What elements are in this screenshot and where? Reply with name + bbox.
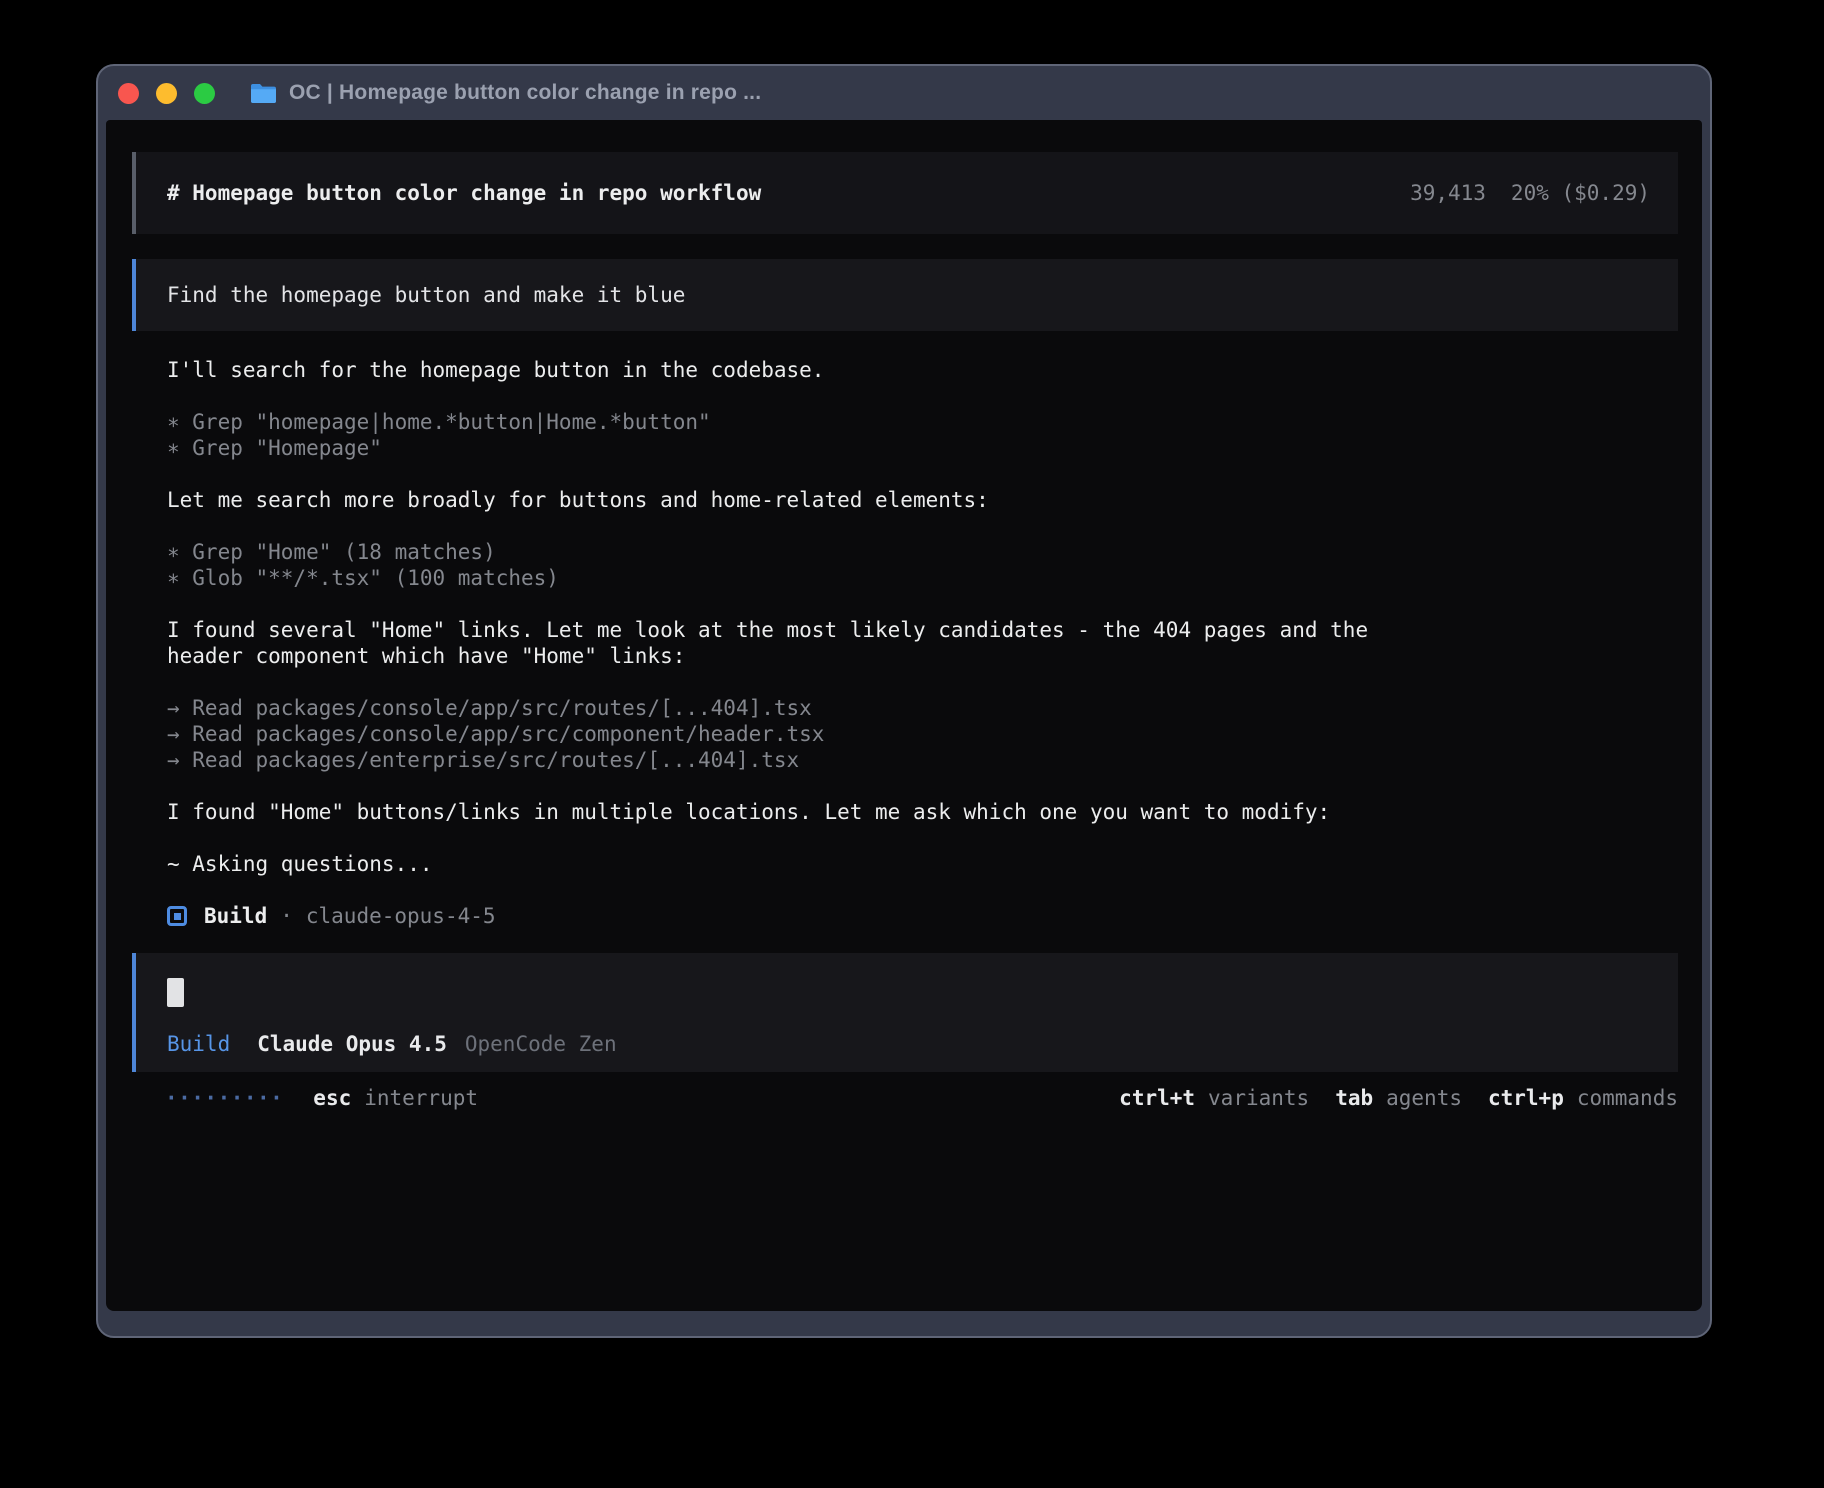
keyboard-hints: ctrl+t variants tab agents ctrl+p comman… [1119, 1085, 1678, 1111]
fullscreen-window-button[interactable] [194, 83, 215, 104]
window-title: OC | Homepage button color change in rep… [289, 81, 761, 105]
conversation: I'll search for the homepage button in t… [167, 357, 1407, 877]
terminal-content: # Homepage button color change in repo w… [106, 120, 1702, 1311]
close-window-button[interactable] [118, 83, 139, 104]
minimize-window-button[interactable] [156, 83, 177, 104]
session-header: # Homepage button color change in repo w… [132, 152, 1678, 234]
conversation-paragraph: I found several "Home" links. Let me loo… [167, 617, 1407, 669]
agent-build-icon [167, 906, 187, 926]
session-stats: 39,413 20% ($0.29) [1410, 180, 1650, 206]
agent-status-row: Build · claude-opus-4-5 [167, 903, 1678, 929]
conversation-paragraph: → Read packages/console/app/src/routes/[… [167, 695, 1407, 773]
folder-icon [250, 83, 277, 104]
agent-separator: · [280, 903, 293, 929]
text-cursor [167, 978, 184, 1007]
hint-interrupt: esc interrupt [313, 1085, 478, 1111]
esc-label: interrupt [364, 1085, 478, 1111]
terminal-window: OC | Homepage button color change in rep… [96, 64, 1712, 1338]
token-count: 39,413 [1410, 180, 1486, 206]
variants-label: variants [1208, 1085, 1309, 1111]
conversation-paragraph: ~ Asking questions... [167, 851, 1407, 877]
commands-key: ctrl+p [1488, 1085, 1564, 1111]
hint-agents: tab agents [1335, 1085, 1462, 1111]
user-message-text: Find the homepage button and make it blu… [167, 282, 685, 308]
hint-variants: ctrl+t variants [1119, 1085, 1309, 1111]
agents-key: tab [1335, 1085, 1373, 1111]
status-bar: ········· esc interrupt ctrl+t variants … [132, 1085, 1678, 1111]
conversation-paragraph: I'll search for the homepage button in t… [167, 357, 1407, 383]
provider-name: OpenCode Zen [465, 1031, 617, 1057]
model-name[interactable]: Claude Opus 4.5 [257, 1031, 447, 1057]
window-titlebar[interactable]: OC | Homepage button color change in rep… [98, 66, 1710, 120]
hint-commands: ctrl+p commands [1488, 1085, 1678, 1111]
session-title: # Homepage button color change in repo w… [167, 180, 761, 206]
agents-label: agents [1386, 1085, 1462, 1111]
context-usage: 20% ($0.29) [1511, 180, 1650, 206]
conversation-paragraph: ∗ Grep "homepage|home.*button|Home.*butt… [167, 409, 1407, 461]
user-message: Find the homepage button and make it blu… [132, 259, 1678, 331]
conversation-paragraph: Let me search more broadly for buttons a… [167, 487, 1407, 513]
conversation-paragraph: ∗ Grep "Home" (18 matches) ∗ Glob "**/*.… [167, 539, 1407, 591]
activity-dots: ········· [165, 1085, 283, 1111]
agent-name: Build [204, 903, 267, 929]
conversation-paragraph: I found "Home" buttons/links in multiple… [167, 799, 1407, 825]
model-row: Build Claude Opus 4.5 OpenCode Zen [167, 1031, 1647, 1057]
prompt-input[interactable]: Build Claude Opus 4.5 OpenCode Zen [132, 953, 1678, 1072]
variants-key: ctrl+t [1119, 1085, 1195, 1111]
esc-key: esc [313, 1085, 351, 1111]
agent-mode-label[interactable]: Build [167, 1031, 230, 1057]
commands-label: commands [1577, 1085, 1678, 1111]
agent-model: claude-opus-4-5 [306, 903, 496, 929]
